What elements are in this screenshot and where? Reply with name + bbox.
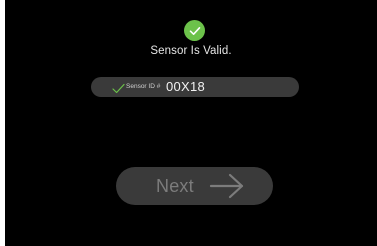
checkmark-icon: [112, 81, 125, 99]
sensor-id-value: 00X18: [166, 79, 206, 94]
sensor-id-label: Sensor ID #: [126, 83, 161, 90]
next-button[interactable]: Next: [116, 167, 273, 205]
check-circle-icon: [184, 20, 205, 41]
device-screen: Sensor Is Valid. Sensor ID # 00X18 Next: [5, 0, 377, 246]
status-message: Sensor Is Valid.: [150, 45, 232, 57]
arrow-right-icon: [209, 172, 245, 205]
sensor-id-field: Sensor ID # 00X18: [91, 77, 299, 97]
next-button-label: Next: [156, 176, 194, 196]
